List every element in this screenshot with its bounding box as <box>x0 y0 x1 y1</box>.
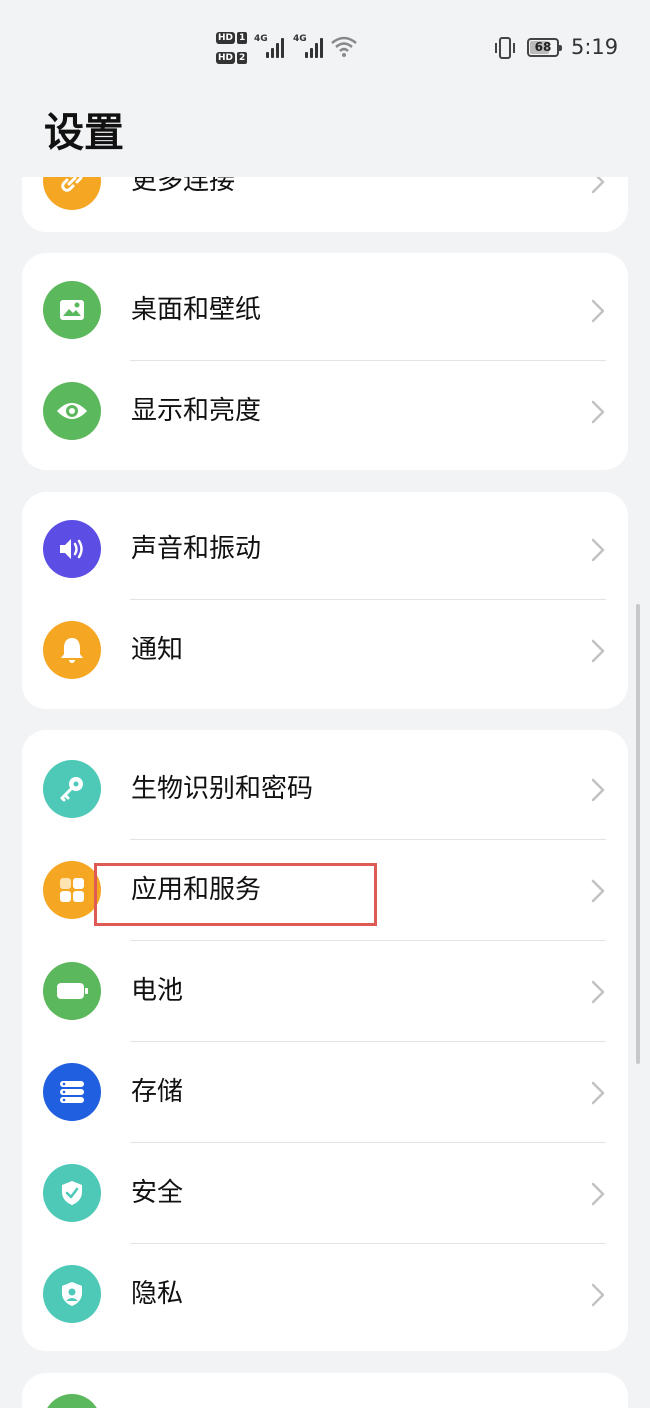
signal-1-icon: 4G <box>254 34 290 60</box>
sim-1-label: 1 <box>237 32 248 44</box>
chevron-right-icon <box>591 980 605 1004</box>
hd-indicator: HD 1 HD 2 <box>216 30 250 66</box>
settings-item-label: 显示和亮度 <box>131 396 262 426</box>
partial-icon <box>43 1394 101 1408</box>
settings-item-label: 桌面和壁纸 <box>131 295 262 325</box>
battery-icon <box>43 962 101 1020</box>
settings-item-label: 存储 <box>131 1077 184 1107</box>
settings-item-label: 更多连接 <box>131 177 236 196</box>
chevron-right-icon <box>591 538 605 562</box>
card-display: 桌面和壁纸 显示和亮度 <box>22 253 628 470</box>
card-system: 生物识别和密码 应用和服务 电池 存储 安全 隐私 <box>22 730 628 1351</box>
battery-level: 68 <box>534 40 552 54</box>
bell-icon <box>43 621 101 679</box>
sim-2-label: 2 <box>237 52 248 64</box>
signal-2-icon: 4G <box>293 34 329 60</box>
settings-item-label: 生物识别和密码 <box>131 774 314 804</box>
storage-icon <box>43 1063 101 1121</box>
settings-item-security[interactable]: 安全 <box>22 1143 628 1244</box>
highlight-box <box>94 863 377 926</box>
hd-label-2: HD <box>216 52 236 64</box>
speaker-icon <box>43 520 101 578</box>
scrollbar[interactable] <box>636 604 640 1064</box>
chevron-right-icon <box>591 778 605 802</box>
chevron-right-icon <box>591 1283 605 1307</box>
settings-list[interactable]: 更多连接 桌面和壁纸 显示和亮度 声音和振动 通知 生物识别和密码 应用和服务 … <box>0 177 650 1408</box>
settings-item-label: 隐私 <box>131 1279 184 1309</box>
chevron-right-icon <box>591 177 605 194</box>
link-icon <box>43 177 101 210</box>
settings-item-notifications[interactable]: 通知 <box>22 600 628 701</box>
settings-item-label: 声音和振动 <box>131 534 262 564</box>
settings-item-label: 通知 <box>131 635 184 665</box>
card-sound-notifications: 声音和振动 通知 <box>22 492 628 709</box>
chevron-right-icon <box>591 879 605 903</box>
battery-indicator: 68 <box>527 38 562 57</box>
privacy-shield-icon <box>43 1265 101 1323</box>
settings-item-partial[interactable] <box>22 1373 628 1408</box>
chevron-right-icon <box>591 1081 605 1105</box>
settings-item-display[interactable]: 显示和亮度 <box>22 361 628 462</box>
page-title: 设置 <box>44 110 124 156</box>
settings-item-storage[interactable]: 存储 <box>22 1042 628 1143</box>
settings-item-biometrics[interactable]: 生物识别和密码 <box>22 739 628 840</box>
key-icon <box>43 760 101 818</box>
status-time: 5:19 <box>571 35 619 59</box>
chevron-right-icon <box>591 1182 605 1206</box>
image-icon <box>43 281 101 339</box>
settings-item-wallpaper[interactable]: 桌面和壁纸 <box>22 260 628 361</box>
chevron-right-icon <box>591 400 605 424</box>
settings-item-label: 安全 <box>131 1178 184 1208</box>
chevron-right-icon <box>591 299 605 323</box>
settings-item-battery[interactable]: 电池 <box>22 941 628 1042</box>
settings-item-sound[interactable]: 声音和振动 <box>22 499 628 600</box>
wifi-icon <box>331 36 357 57</box>
settings-item-more-connections[interactable]: 更多连接 <box>22 177 628 232</box>
settings-item-label: 电池 <box>131 976 184 1006</box>
hd-label-1: HD <box>216 32 236 44</box>
settings-item-privacy[interactable]: 隐私 <box>22 1244 628 1345</box>
vibrate-icon <box>495 37 515 59</box>
chevron-right-icon <box>591 639 605 663</box>
shield-check-icon <box>43 1164 101 1222</box>
card-more <box>22 1373 628 1408</box>
status-bar: HD 1 HD 2 4G 4G 68 5:19 <box>0 0 650 96</box>
eye-icon <box>43 382 101 440</box>
apps-grid-icon <box>43 861 101 919</box>
card-connections: 更多连接 <box>22 177 628 232</box>
